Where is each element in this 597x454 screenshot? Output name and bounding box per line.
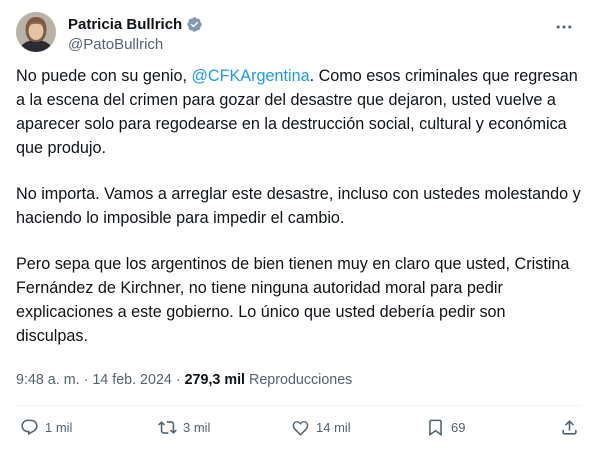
like-button[interactable]: 14 mil xyxy=(291,418,351,437)
retweet-icon xyxy=(158,421,177,434)
retweet-button[interactable]: 3 mil xyxy=(158,418,210,437)
tweet-paragraph-3: Pero sepa que los argentinos de bien tie… xyxy=(16,255,570,345)
tweet-header: Patricia Bullrich @PatoBullrich xyxy=(16,12,581,56)
meta-separator: · xyxy=(175,372,181,388)
display-name[interactable]: Patricia Bullrich xyxy=(68,16,182,33)
avatar[interactable] xyxy=(16,12,56,52)
retweet-count: 3 mil xyxy=(183,420,211,435)
tweet-paragraph-1: No puede con su genio, @CFKArgentina. Co… xyxy=(16,64,581,160)
mention-link[interactable]: @CFKArgentina xyxy=(192,67,310,85)
tweet-date[interactable]: 14 feb. 2024 xyxy=(92,372,172,388)
bookmark-button[interactable]: 69 xyxy=(426,418,465,437)
verified-badge-icon xyxy=(186,16,203,33)
like-count: 14 mil xyxy=(316,420,351,435)
handle[interactable]: @PatoBullrich xyxy=(68,36,203,53)
more-options-icon[interactable] xyxy=(547,12,581,42)
share-button[interactable] xyxy=(560,418,579,437)
heart-icon xyxy=(292,421,309,436)
views-count: 279,3 mil xyxy=(184,372,246,388)
tweet-text-segment: No puede con su genio, xyxy=(16,67,192,85)
author-names: Patricia Bullrich @PatoBullrich xyxy=(68,14,203,53)
tweet-meta: 9:48 a. m. · 14 feb. 2024 · 279,3 mil Re… xyxy=(16,372,352,388)
reply-icon xyxy=(21,419,38,436)
bookmark-count: 69 xyxy=(451,420,466,435)
meta-separator: · xyxy=(83,372,89,388)
action-bar: 1 mil 3 mil 14 mil 69 xyxy=(16,418,581,448)
divider xyxy=(16,405,581,406)
tweet-paragraph-2: No importa. Vamos a arreglar este desast… xyxy=(16,185,581,227)
bookmark-icon xyxy=(429,419,442,437)
tweet-time[interactable]: 9:48 a. m. xyxy=(16,372,80,388)
share-icon xyxy=(562,420,577,435)
tweet-card: Patricia Bullrich @PatoBullrich No puede… xyxy=(0,0,597,454)
views-label: Reproducciones xyxy=(249,372,353,388)
reply-button[interactable]: 1 mil xyxy=(20,418,72,437)
reply-count: 1 mil xyxy=(45,420,73,435)
tweet-text: No puede con su genio, @CFKArgentina. Co… xyxy=(16,64,581,370)
display-name-row: Patricia Bullrich xyxy=(68,14,203,34)
